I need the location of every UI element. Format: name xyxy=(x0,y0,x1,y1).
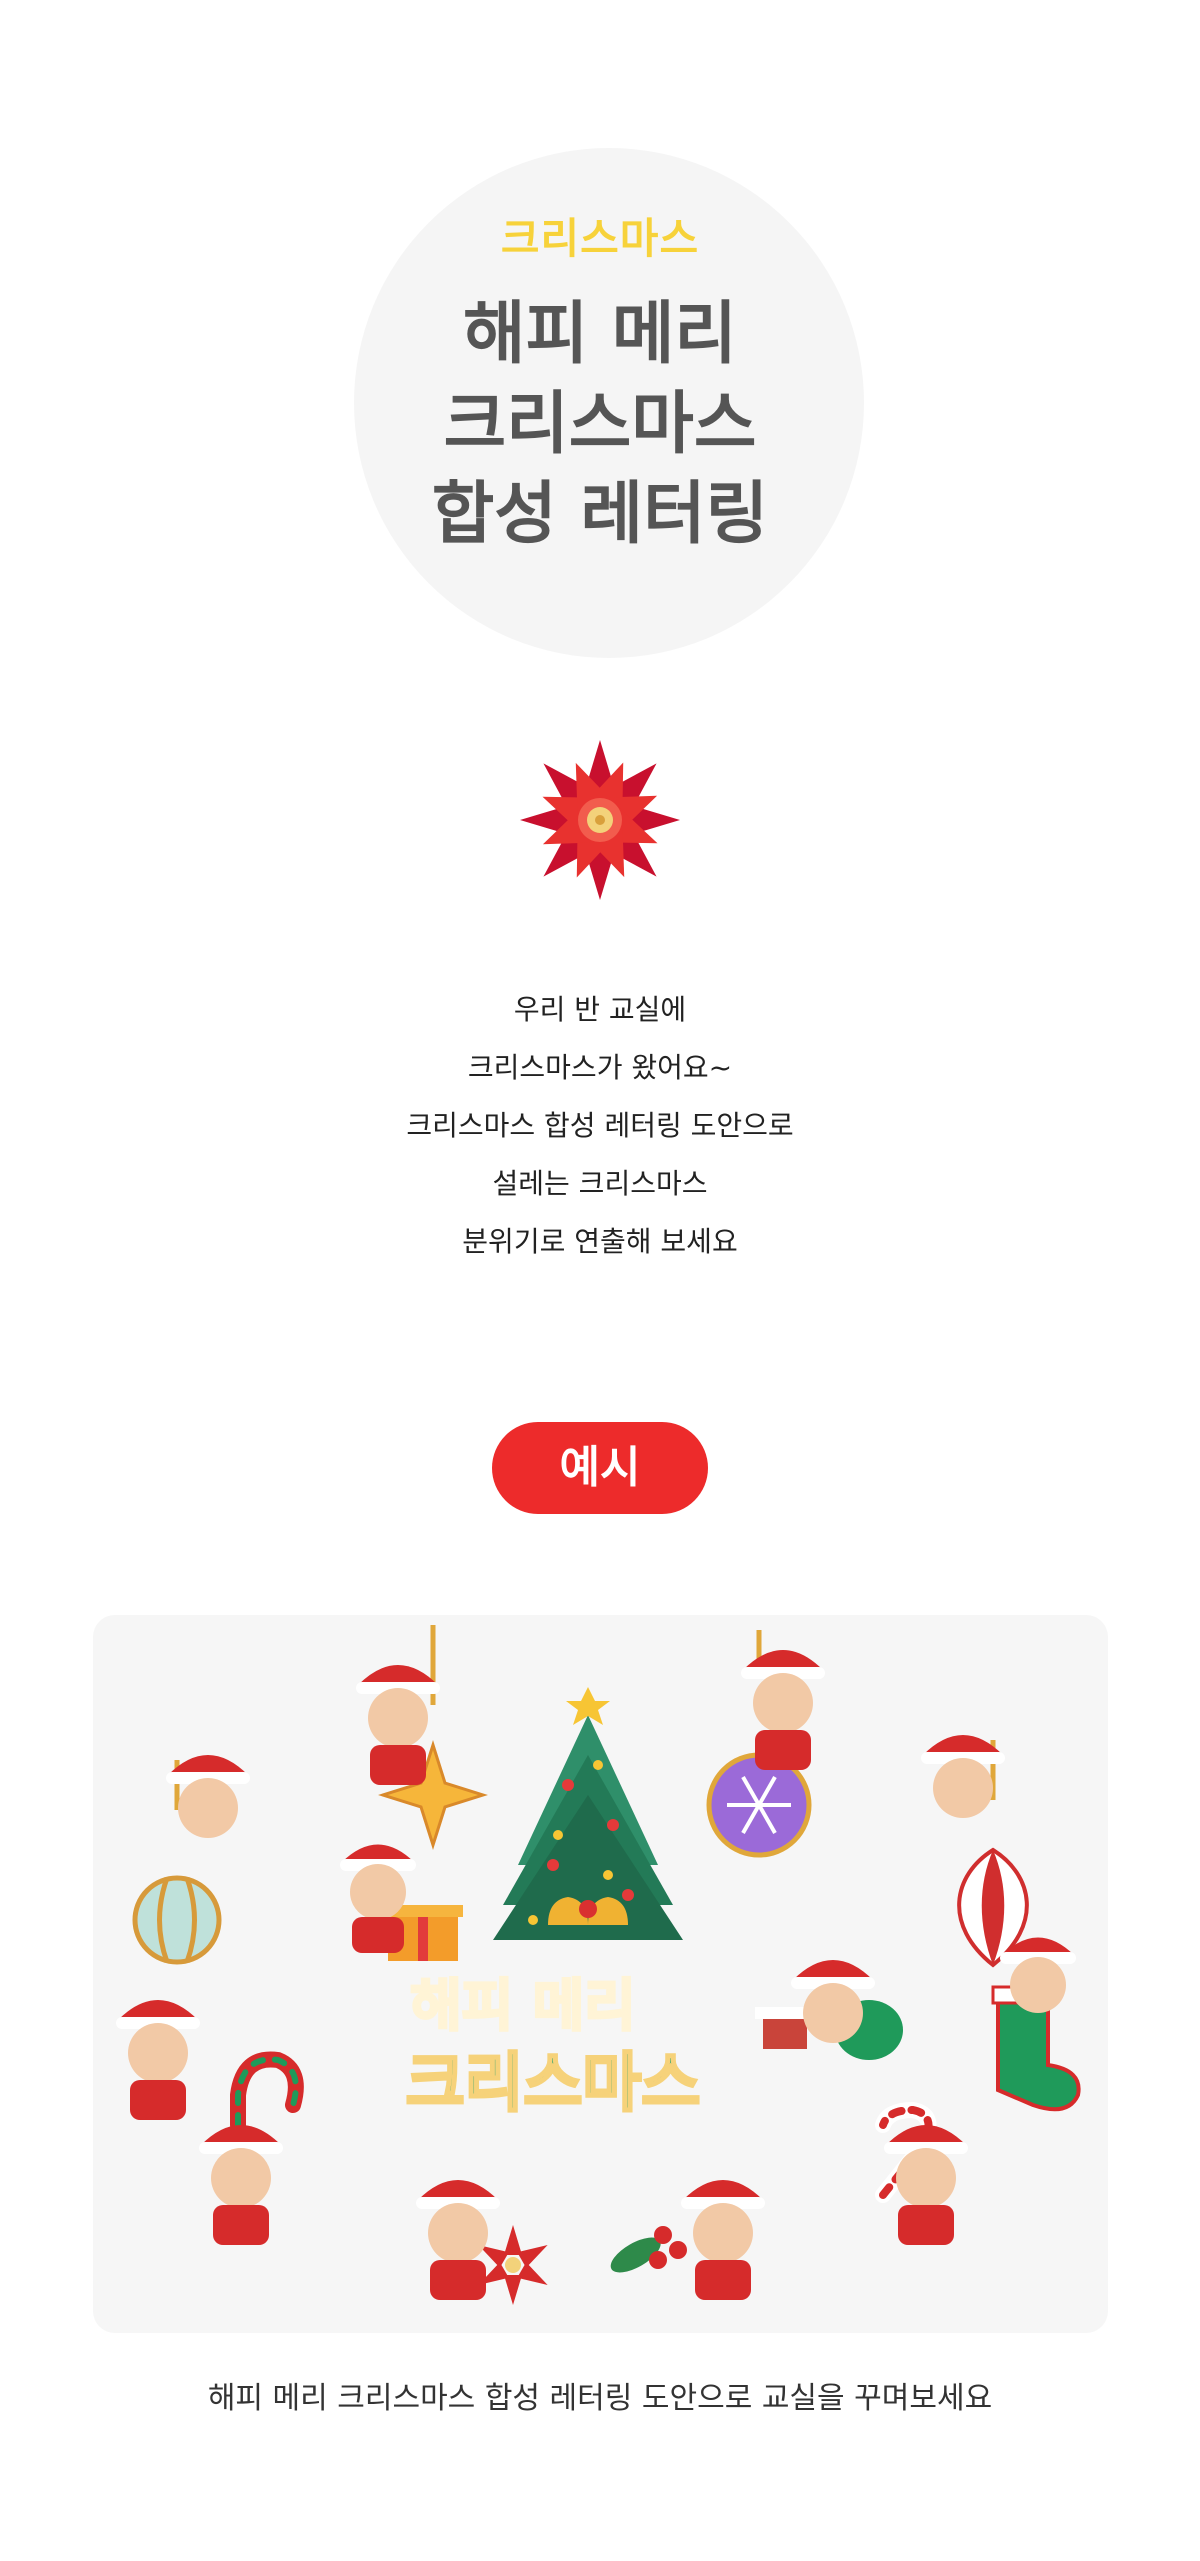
description-line-3: 크리스마스 합성 레터링 도안으로 xyxy=(406,1109,794,1142)
example-caption: 해피 메리 크리스마스 합성 레터링 도안으로 교실을 꾸며보세요 xyxy=(207,2381,993,2416)
hero-eyebrow: 크리스마스 xyxy=(500,214,700,263)
holly-berries-icon xyxy=(610,2226,687,2273)
description-line-4: 설레는 크리스마스 xyxy=(492,1167,708,1200)
lettering-bottom: 크리스마스 xyxy=(406,2047,700,2121)
hero-title-line-1: 해피 메리 xyxy=(463,295,737,374)
example-card: 해피 메리 크리스마스 xyxy=(93,1615,1108,2333)
description-line-5: 분위기로 연출해 보세요 xyxy=(462,1225,738,1258)
poinsettia-icon xyxy=(520,740,680,900)
hero-title-line-3: 합성 레터링 xyxy=(431,475,769,554)
lettering-top: 해피 메리 xyxy=(410,1974,636,2039)
example-badge: 예시 xyxy=(492,1422,708,1514)
striped-ornament-icon xyxy=(132,1875,222,1965)
hero-title-line-2: 크리스마스 xyxy=(443,385,757,464)
description-line-1: 우리 반 교실에 xyxy=(513,993,687,1026)
christmas-tree-icon xyxy=(493,1687,683,1940)
description-line-2: 크리스마스가 왔어요~ xyxy=(467,1051,733,1084)
example-illustration: 해피 메리 크리스마스 xyxy=(116,1625,1081,2305)
